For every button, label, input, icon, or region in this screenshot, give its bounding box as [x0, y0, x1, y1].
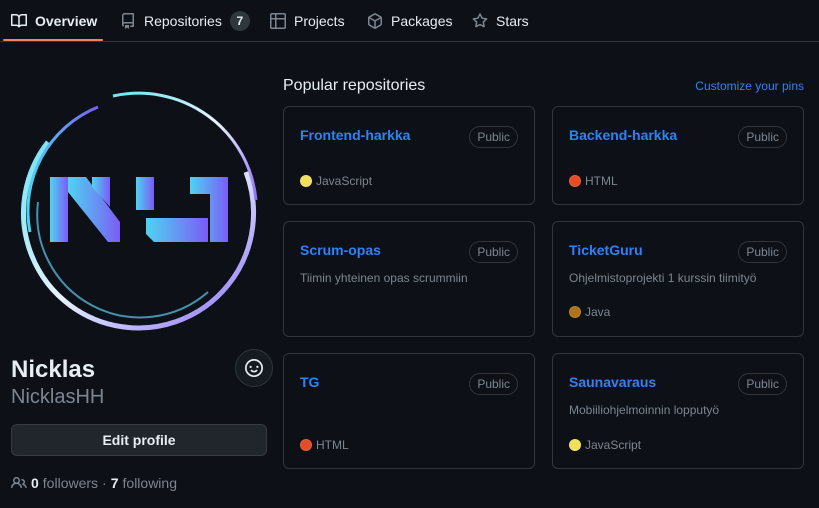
profile-name: Nicklas: [11, 356, 96, 383]
follow-stats: 0 followers · 7 following: [11, 475, 177, 491]
repo-card: TG Public HTML: [283, 353, 535, 469]
language-color-dot: [569, 306, 581, 318]
repo-language: Java: [569, 305, 610, 319]
smiley-icon: [245, 359, 263, 377]
active-tab-indicator: [3, 39, 103, 41]
language-color-dot: [300, 175, 312, 187]
visibility-badge: Public: [469, 373, 518, 395]
visibility-badge: Public: [469, 126, 518, 148]
repo-name-link[interactable]: TG: [300, 374, 319, 390]
repo-language: HTML: [569, 174, 618, 188]
people-icon: [11, 476, 27, 489]
repo-description: Ohjelmistoprojekti 1 kurssin tiimityö: [569, 271, 757, 285]
followers-count: 0: [31, 475, 39, 491]
repo-language: HTML: [300, 438, 349, 452]
repo-description: Mobiiliohjelmoinnin lopputyö: [569, 403, 720, 417]
tab-projects[interactable]: Projects: [270, 0, 345, 41]
repo-card: Saunavaraus Public Mobiiliohjelmoinnin l…: [552, 353, 804, 469]
visibility-badge: Public: [738, 241, 787, 263]
following-count: 7: [110, 475, 119, 491]
visibility-badge: Public: [469, 241, 518, 263]
language-label: JavaScript: [316, 174, 373, 188]
tab-label: Repositories: [144, 12, 222, 29]
profile-tab-nav: Overview Repositories 7 Projects Package…: [0, 0, 819, 42]
language-color-dot: [569, 439, 581, 451]
repo-name-link[interactable]: Frontend-harkka: [300, 127, 410, 143]
language-color-dot: [569, 175, 581, 187]
followers-link[interactable]: 0 followers: [31, 475, 98, 491]
tab-packages[interactable]: Packages: [367, 0, 452, 41]
customize-pins-link[interactable]: Customize your pins: [695, 79, 804, 93]
separator: ·: [102, 475, 107, 491]
repo-card: TicketGuru Public Ohjelmistoprojekti 1 k…: [552, 221, 804, 337]
avatar[interactable]: [8, 82, 273, 387]
language-label: JavaScript: [585, 438, 642, 452]
repo-name-link[interactable]: Scrum-opas: [300, 242, 381, 258]
package-icon: [367, 12, 383, 29]
following-label: following: [122, 475, 177, 491]
repo-description: Tiimin yhteinen opas scrummiin: [300, 271, 468, 285]
repo-name-link[interactable]: Saunavaraus: [569, 374, 656, 390]
tab-label: Projects: [294, 12, 345, 29]
tab-label: Packages: [391, 12, 453, 29]
visibility-badge: Public: [738, 126, 787, 148]
tab-label: Stars: [496, 12, 529, 29]
avatar-image: [10, 84, 268, 342]
language-label: Java: [585, 305, 611, 319]
book-icon: [11, 13, 27, 29]
table-icon: [270, 12, 286, 29]
language-color-dot: [300, 439, 312, 451]
tab-overview[interactable]: Overview: [11, 0, 97, 41]
visibility-badge: Public: [738, 373, 787, 395]
repo-icon: [120, 12, 136, 29]
repo-language: JavaScript: [569, 438, 641, 452]
language-label: HTML: [316, 438, 349, 452]
repo-count-badge: 7: [229, 10, 250, 31]
star-icon: [472, 12, 488, 29]
repo-card: Backend-harkka Public HTML: [552, 106, 804, 205]
repo-card: Frontend-harkka Public JavaScript: [283, 106, 535, 205]
language-label: HTML: [585, 174, 618, 188]
repo-language: JavaScript: [300, 174, 372, 188]
repo-name-link[interactable]: TicketGuru: [569, 242, 643, 258]
tab-stars[interactable]: Stars: [472, 0, 529, 41]
followers-label: followers: [42, 475, 99, 491]
set-status-button[interactable]: [235, 349, 273, 387]
repo-card: Scrum-opas Public Tiimin yhteinen opas s…: [283, 221, 535, 337]
tab-repositories[interactable]: Repositories 7: [120, 0, 250, 41]
popular-repos-title: Popular repositories: [283, 77, 426, 94]
profile-username: NicklasHH: [11, 386, 105, 408]
tab-label: Overview: [35, 12, 98, 29]
edit-profile-button[interactable]: Edit profile: [11, 424, 267, 456]
following-link[interactable]: 7 following: [111, 475, 177, 491]
repo-name-link[interactable]: Backend-harkka: [569, 127, 677, 143]
